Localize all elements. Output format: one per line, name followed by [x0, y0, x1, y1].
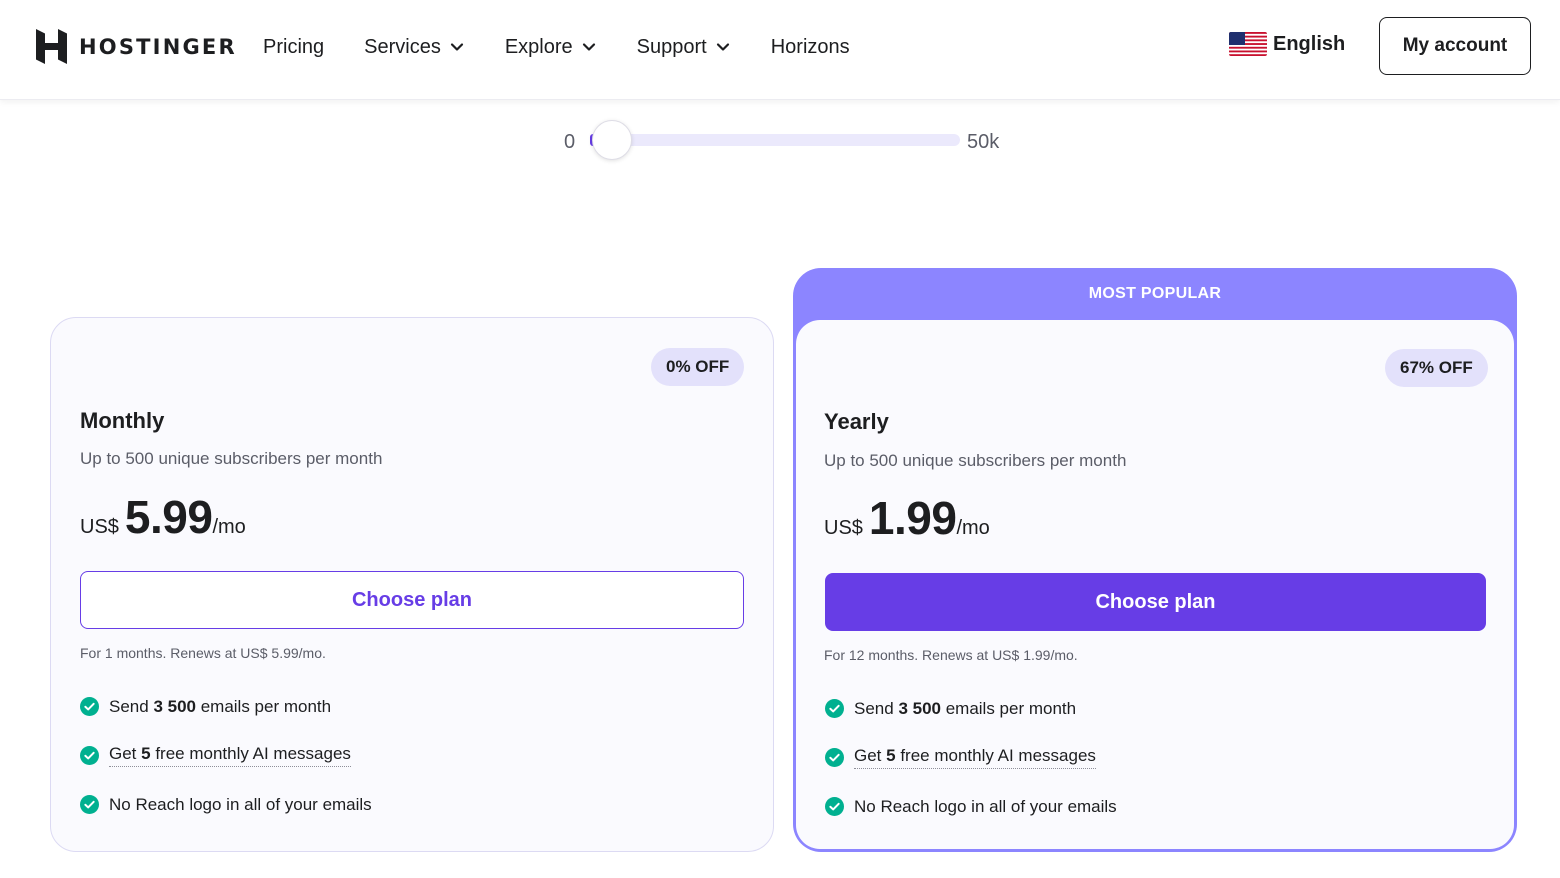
renewal-note: For 1 months. Renews at US$ 5.99/mo.: [80, 645, 326, 661]
check-circle-icon: [80, 795, 99, 814]
slider-max-label: 50k: [967, 131, 1000, 153]
most-popular-ribbon: MOST POPULAR: [1088, 285, 1222, 302]
plan-price: US$ 5.99 /mo: [80, 490, 246, 544]
slider-handle[interactable]: [592, 120, 633, 160]
chevron-down-icon: [450, 43, 463, 51]
chevron-down-icon: [582, 43, 595, 51]
check-circle-icon: [825, 797, 844, 816]
price-period: /mo: [212, 516, 246, 538]
plan-card-yearly-wrapper: MOST POPULAR 67% OFF Yearly Up to 500 un…: [793, 268, 1517, 852]
site-header: HOSTINGER Pricing Services Explore Suppo…: [0, 0, 1560, 100]
nav-item-label: Explore: [504, 35, 573, 58]
check-circle-icon: [80, 697, 99, 716]
list-item: No Reach logo in all of your emails: [825, 782, 1117, 831]
main-nav: Pricing Services Explore Support Horizon…: [263, 0, 890, 94]
price-period: /mo: [956, 517, 990, 539]
price-amount: 5.99: [124, 491, 213, 543]
us-flag-icon: [1229, 32, 1267, 56]
plan-subtitle: Up to 500 unique subscribers per month: [824, 451, 1127, 470]
chevron-down-icon: [716, 43, 729, 51]
plan-card-yearly: 67% OFF Yearly Up to 500 unique subscrib…: [796, 320, 1514, 849]
feature-list: Send 3 500 emails per month Get 5 free m…: [825, 684, 1117, 831]
discount-badge: 67% OFF: [1385, 349, 1488, 387]
feature-tooltip-link[interactable]: Get 5 free monthly AI messages: [109, 744, 351, 767]
price-amount: 1.99: [868, 492, 957, 544]
price-currency: US$: [824, 517, 863, 539]
nav-item-label: Pricing: [263, 35, 325, 58]
list-item: Get 5 free monthly AI messages: [825, 733, 1117, 782]
discount-badge: 0% OFF: [651, 348, 745, 386]
plan-card-monthly: 0% OFF Monthly Up to 500 unique subscrib…: [50, 317, 774, 852]
nav-item-support[interactable]: Support: [637, 36, 731, 59]
feature-text: Send 3 500 emails per month: [854, 698, 1077, 718]
subscriber-slider[interactable]: [590, 120, 960, 160]
feature-tooltip-link[interactable]: Get 5 free monthly AI messages: [854, 746, 1096, 769]
check-circle-icon: [80, 746, 99, 765]
nav-item-label: Support: [636, 35, 707, 58]
hostinger-logo-icon: [36, 29, 67, 64]
feature-list: Send 3 500 emails per month Get 5 free m…: [80, 682, 372, 829]
feature-text: No Reach logo in all of your emails: [109, 794, 372, 814]
plan-subtitle: Up to 500 unique subscribers per month: [80, 449, 383, 468]
nav-item-horizons[interactable]: Horizons: [771, 36, 850, 59]
language-selector[interactable]: English: [1229, 32, 1345, 56]
slider-min-label: 0: [564, 131, 576, 153]
brand-logo[interactable]: HOSTINGER: [36, 29, 237, 64]
plan-name: Yearly: [824, 409, 889, 434]
plan-name: Monthly: [80, 408, 165, 433]
price-currency: US$: [80, 516, 119, 538]
feature-text: No Reach logo in all of your emails: [854, 796, 1117, 816]
feature-text: Send 3 500 emails per month: [109, 696, 332, 716]
nav-item-label: Horizons: [770, 35, 850, 58]
list-item: Send 3 500 emails per month: [825, 684, 1117, 733]
list-item: No Reach logo in all of your emails: [80, 780, 372, 829]
plan-price: US$ 1.99 /mo: [824, 491, 990, 545]
nav-item-explore[interactable]: Explore: [505, 36, 597, 59]
choose-plan-button[interactable]: Choose plan: [825, 573, 1486, 631]
list-item: Send 3 500 emails per month: [80, 682, 372, 731]
nav-item-services[interactable]: Services: [364, 36, 465, 59]
list-item: Get 5 free monthly AI messages: [80, 731, 372, 780]
my-account-button[interactable]: My account: [1379, 17, 1531, 75]
renewal-note: For 12 months. Renews at US$ 1.99/mo.: [824, 647, 1078, 663]
check-circle-icon: [825, 699, 844, 718]
nav-item-label: Services: [364, 35, 441, 58]
brand-name: HOSTINGER: [79, 34, 237, 59]
nav-item-pricing[interactable]: Pricing: [263, 36, 324, 59]
check-circle-icon: [825, 748, 844, 767]
choose-plan-button[interactable]: Choose plan: [80, 571, 744, 629]
language-label: English: [1273, 32, 1346, 55]
